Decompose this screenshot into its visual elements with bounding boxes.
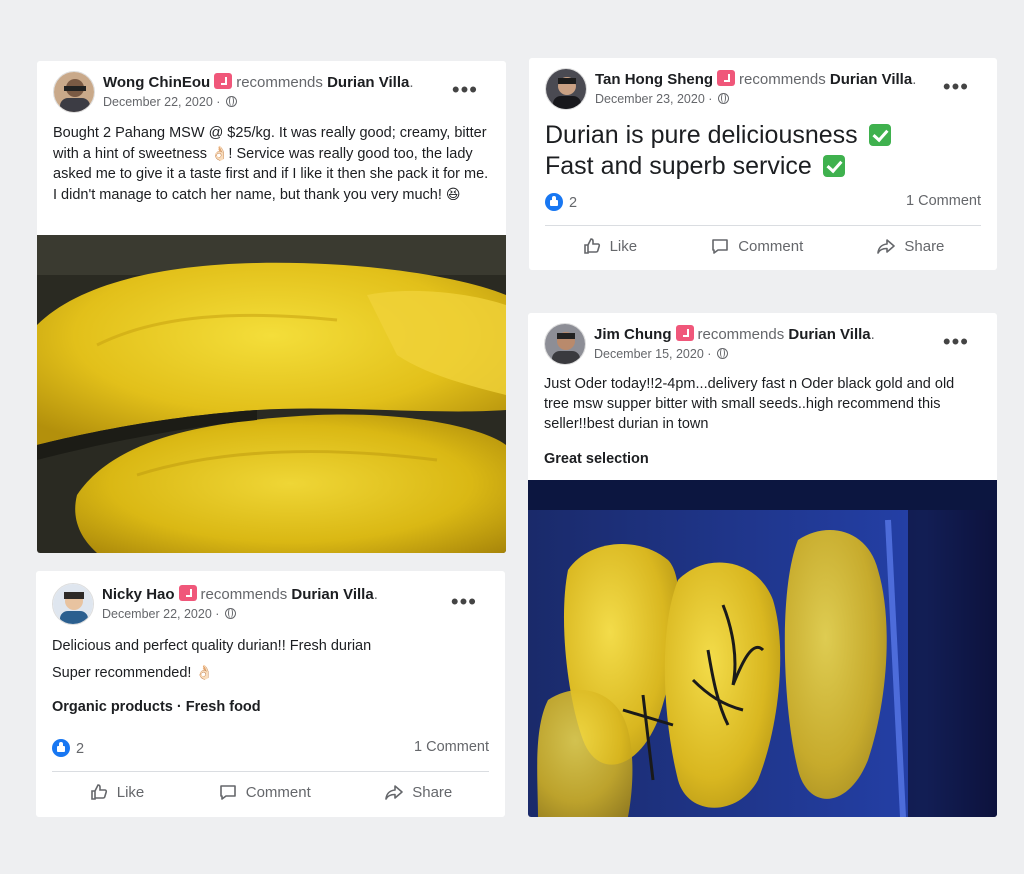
comment-icon — [712, 239, 729, 254]
post-card-wong: Wong ChinEou recommends Durian Villa. Dec… — [37, 61, 506, 553]
author-name[interactable]: Jim Chung — [594, 326, 672, 343]
check-mark-icon — [868, 124, 891, 146]
post-card-tan: Tan Hong Sheng recommends Durian Villa. D… — [529, 58, 997, 270]
comment-label: Comment — [738, 237, 804, 255]
post-text-line1: Durian is pure deliciousness — [545, 121, 858, 149]
author-line: Wong ChinEou recommends Durian Villa. — [103, 73, 414, 91]
like-reaction-icon[interactable] — [52, 739, 70, 757]
avatar[interactable] — [52, 583, 94, 625]
post-text-line2: Super recommended! — [52, 665, 192, 681]
page-name[interactable]: Durian Villa — [830, 71, 912, 88]
post-text-line1: Delicious and perfect quality durian!! F… — [52, 638, 372, 654]
avatar[interactable] — [544, 323, 586, 365]
like-label: Like — [609, 237, 638, 255]
recommends-text: recommends — [200, 586, 288, 603]
share-icon — [877, 239, 896, 254]
durian-photo[interactable] — [37, 235, 506, 553]
page-name[interactable]: Durian Villa — [327, 74, 409, 91]
divider — [52, 771, 489, 772]
ok-hand-icon: 👌🏻 — [210, 145, 229, 161]
author-name[interactable]: Nicky Hao — [102, 586, 175, 603]
globe-icon — [225, 96, 237, 107]
check-mark-icon — [822, 155, 845, 177]
comment-count[interactable]: 1 Comment — [906, 193, 981, 209]
page-name[interactable]: Durian Villa — [788, 326, 870, 343]
post-header: Nicky Hao recommends Durian Villa. Decemb… — [52, 583, 493, 627]
recommends-text: recommends — [739, 71, 826, 88]
reaction-stats: 2 1 Comment — [545, 193, 981, 215]
recommends-text: recommends — [236, 74, 323, 91]
share-button[interactable]: Share — [876, 236, 944, 256]
post-header: Tan Hong Sheng recommends Durian Villa. D… — [545, 68, 985, 112]
recommends-text: recommends — [697, 326, 785, 343]
share-label: Share — [904, 237, 945, 255]
page-name[interactable]: Durian Villa — [291, 586, 373, 603]
post-text: Bought 2 Pahang MSW @ $25/kg. It was rea… — [53, 123, 492, 205]
comment-button[interactable]: Comment — [218, 782, 311, 802]
author-line: Tan Hong Sheng recommends Durian Villa. — [595, 70, 917, 88]
action-bar: Like Comment Share — [52, 777, 489, 807]
share-label: Share — [412, 783, 453, 801]
author-name[interactable]: Wong ChinEou — [103, 74, 210, 91]
divider — [545, 225, 981, 226]
comment-count[interactable]: 1 Comment — [414, 739, 489, 755]
globe-icon — [717, 93, 729, 104]
post-header: Jim Chung recommends Durian Villa. Decemb… — [544, 323, 985, 367]
action-bar: Like Comment Share — [545, 231, 981, 261]
globe-icon — [716, 348, 728, 359]
share-icon — [385, 785, 404, 800]
post-card-jim: Jim Chung recommends Durian Villa. Decemb… — [528, 313, 997, 817]
recommendation-tags: Great selection — [544, 451, 649, 467]
post-text: Delicious and perfect quality durian!! F… — [52, 633, 491, 686]
post-text: Durian is pure deliciousness Fast and su… — [545, 120, 983, 182]
post-date: December 22, 2020 · — [103, 95, 237, 109]
grin-icon: 😆 — [445, 186, 461, 202]
post-date: December 23, 2020 · — [595, 92, 729, 106]
like-count[interactable]: 2 — [76, 741, 84, 757]
post-text-line2: Fast and superb service — [545, 152, 812, 180]
recommend-icon — [214, 73, 233, 89]
date-text[interactable]: December 22, 2020 — [102, 607, 212, 621]
like-label: Like — [116, 783, 145, 801]
thumbs-up-icon — [90, 784, 107, 800]
avatar[interactable] — [545, 68, 587, 110]
author-name[interactable]: Tan Hong Sheng — [595, 71, 713, 88]
author-line: Jim Chung recommends Durian Villa. — [594, 325, 875, 343]
like-count[interactable]: 2 — [569, 195, 577, 211]
recommend-icon — [675, 325, 694, 341]
thumbs-up-icon — [583, 238, 600, 254]
globe-icon — [224, 608, 236, 619]
date-text[interactable]: December 15, 2020 — [594, 347, 704, 361]
author-line: Nicky Hao recommends Durian Villa. — [102, 585, 378, 603]
comment-button[interactable]: Comment — [710, 236, 803, 256]
post-card-nicky: Nicky Hao recommends Durian Villa. Decemb… — [36, 571, 505, 817]
durian-box-photo[interactable] — [528, 480, 997, 817]
reaction-stats: 2 1 Comment — [52, 739, 489, 761]
date-text[interactable]: December 23, 2020 — [595, 92, 705, 106]
post-text: Just Oder today!!2-4pm...delivery fast n… — [544, 376, 955, 432]
date-text[interactable]: December 22, 2020 — [103, 95, 213, 109]
recommend-icon — [717, 70, 736, 86]
comment-label: Comment — [245, 783, 311, 801]
recommend-icon — [178, 585, 197, 601]
like-button[interactable]: Like — [89, 782, 145, 802]
post-header: Wong ChinEou recommends Durian Villa. Dec… — [53, 71, 494, 115]
more-options-icon[interactable]: ••• — [943, 331, 969, 353]
post-date: December 15, 2020 · — [594, 347, 728, 361]
share-button[interactable]: Share — [384, 782, 452, 802]
ok-hand-icon: 👌🏻 — [195, 664, 213, 680]
comment-icon — [219, 785, 236, 800]
more-options-icon[interactable]: ••• — [943, 76, 969, 98]
avatar[interactable] — [53, 71, 95, 113]
more-options-icon[interactable]: ••• — [452, 79, 478, 101]
post-date: December 22, 2020 · — [102, 607, 236, 621]
more-options-icon[interactable]: ••• — [451, 591, 477, 613]
like-button[interactable]: Like — [582, 236, 638, 256]
recommendation-tags: Organic products · Fresh food — [52, 699, 261, 715]
like-reaction-icon[interactable] — [545, 193, 563, 211]
